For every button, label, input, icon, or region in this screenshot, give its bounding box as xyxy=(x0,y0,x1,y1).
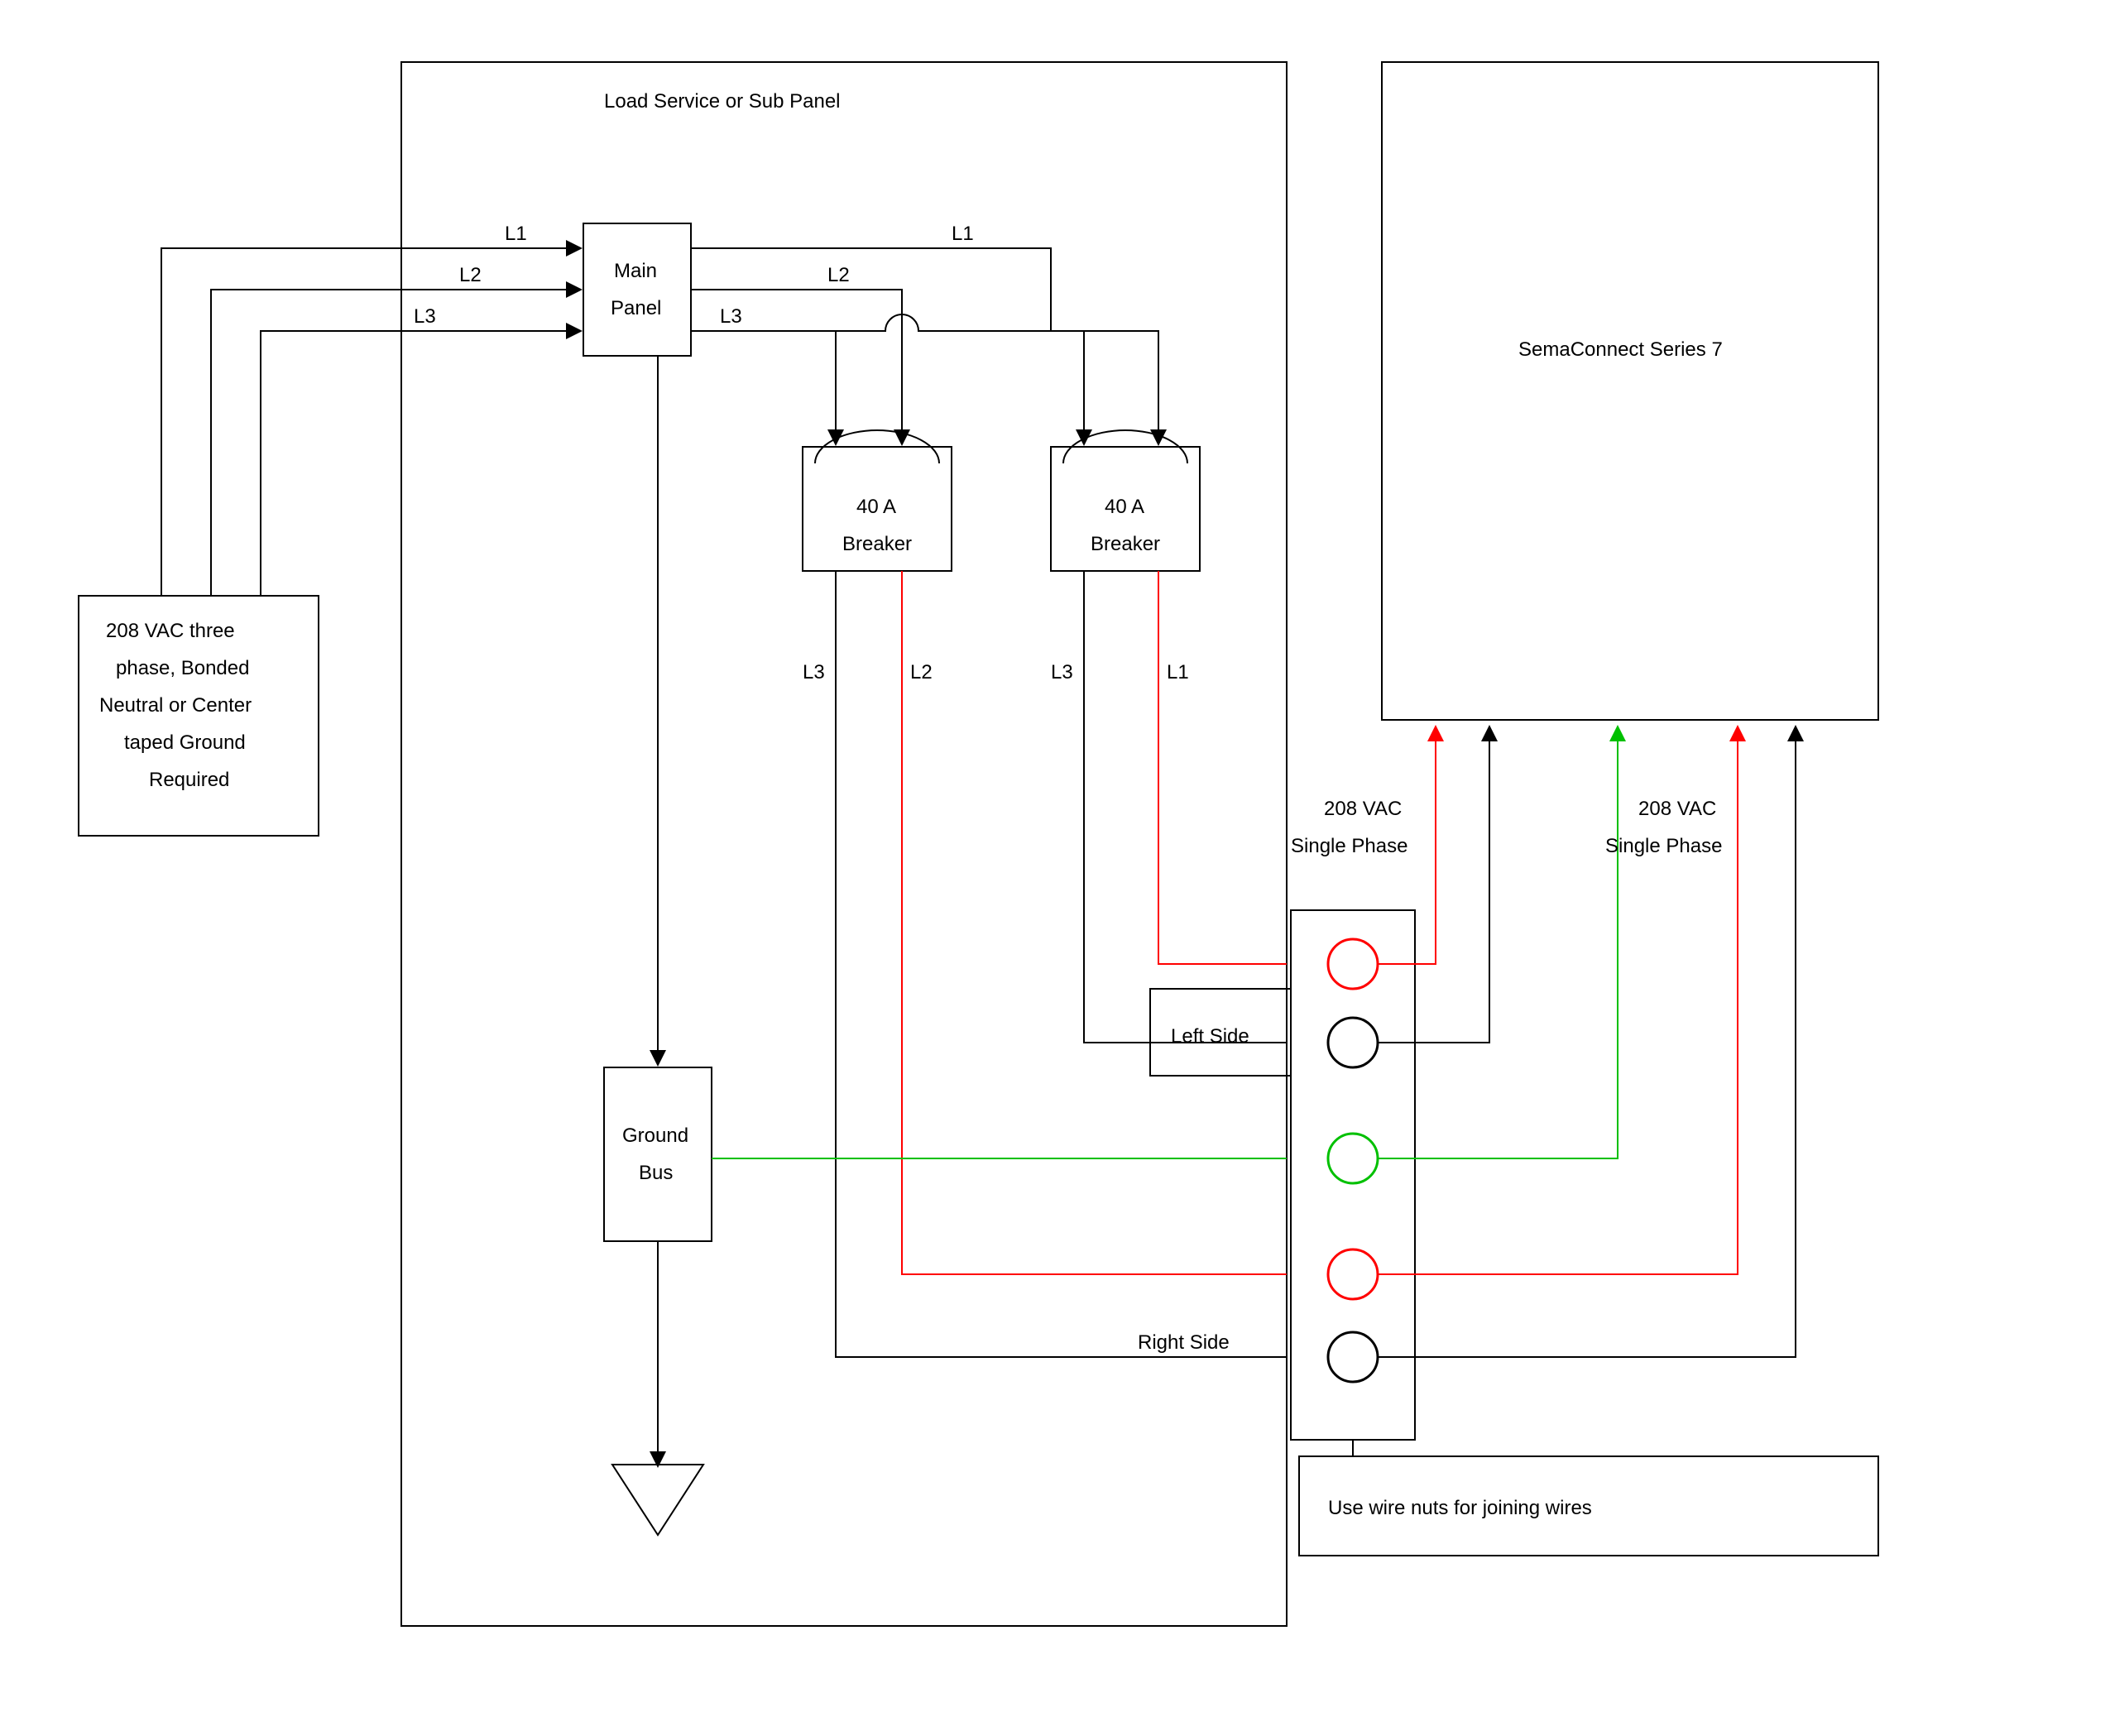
left-side-label: Left Side xyxy=(1171,1025,1249,1048)
label-L3-outA: L3 xyxy=(720,305,742,328)
wire-brA-L2 xyxy=(902,571,1287,1274)
wire-brB-L3 xyxy=(1084,571,1287,1043)
wire-L3-outB xyxy=(778,314,1084,443)
breaker-a-line-2: Breaker xyxy=(842,533,912,555)
main-panel-line-2: Panel xyxy=(611,297,661,319)
wire-brB-L1 xyxy=(1158,571,1287,964)
load-service-panel xyxy=(401,62,1287,1626)
wire-L1-out xyxy=(691,248,1158,443)
semaconnect-label: SemaConnect Series 7 xyxy=(1518,338,1723,361)
breaker-b-line-1: 40 A xyxy=(1105,496,1144,518)
ground-bus-line-1: Ground xyxy=(622,1125,688,1147)
label-L1-out: L1 xyxy=(952,223,974,245)
label-brB-L3: L3 xyxy=(1051,661,1073,683)
label-L2-in: L2 xyxy=(459,264,482,286)
wire-sema-left-black xyxy=(1378,728,1489,1043)
wiring-diagram: Load Service or Sub Panel 208 VAC three … xyxy=(0,0,2110,1736)
source-line-5: Required xyxy=(149,769,229,791)
main-panel-line-1: Main xyxy=(614,260,657,282)
ground-bus xyxy=(604,1067,712,1241)
label-brB-L1: L1 xyxy=(1167,661,1189,683)
breaker-b-line-2: Breaker xyxy=(1091,533,1160,555)
wire-L3-outA xyxy=(691,331,836,443)
wire-sema-ground xyxy=(1378,728,1618,1158)
semaconnect-box xyxy=(1382,62,1878,720)
node-left-L3 xyxy=(1328,1018,1378,1067)
panel-title: Load Service or Sub Panel xyxy=(604,90,841,113)
wire-L3-in xyxy=(261,331,579,596)
node-ground xyxy=(1328,1134,1378,1183)
ground-symbol-icon xyxy=(612,1465,703,1535)
wire-L2-in xyxy=(211,290,579,596)
label-L1-in: L1 xyxy=(505,223,527,245)
wire-nuts-text: Use wire nuts for joining wires xyxy=(1328,1497,1592,1519)
wire-L1-in xyxy=(161,248,579,596)
ground-bus-line-2: Bus xyxy=(639,1162,673,1184)
single-phase-left-2: Single Phase xyxy=(1291,835,1407,857)
label-L3-in: L3 xyxy=(414,305,436,328)
breaker-a-line-1: 40 A xyxy=(856,496,896,518)
label-brA-L3: L3 xyxy=(803,661,825,683)
single-phase-left-1: 208 VAC xyxy=(1324,798,1402,820)
source-line-3: Neutral or Center xyxy=(99,694,252,717)
node-right-L3 xyxy=(1328,1332,1378,1382)
source-line-1: 208 VAC three xyxy=(106,620,235,642)
label-brA-L2: L2 xyxy=(910,661,933,683)
main-panel xyxy=(583,223,691,356)
label-L2-out: L2 xyxy=(827,264,850,286)
node-right-L2 xyxy=(1328,1249,1378,1299)
single-phase-right-1: 208 VAC xyxy=(1638,798,1716,820)
source-line-4: taped Ground xyxy=(124,731,246,754)
single-phase-right-2: Single Phase xyxy=(1605,835,1722,857)
right-side-label: Right Side xyxy=(1138,1331,1230,1354)
source-line-2: phase, Bonded xyxy=(116,657,249,679)
node-left-L1 xyxy=(1328,939,1378,989)
